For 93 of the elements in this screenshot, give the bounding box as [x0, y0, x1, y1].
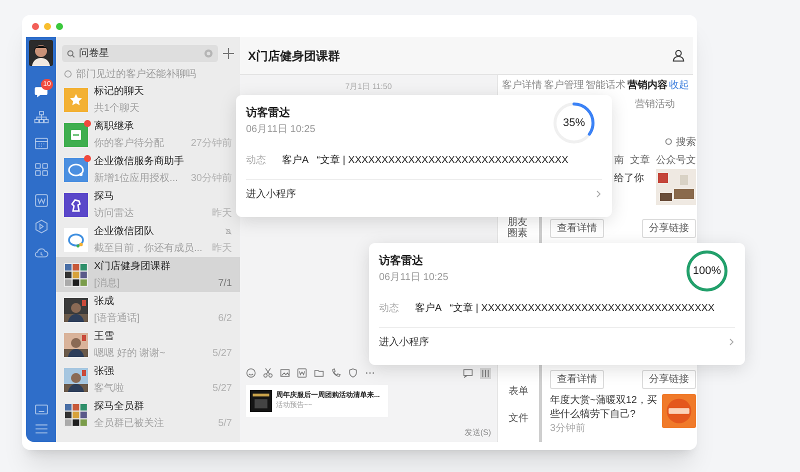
chat-list-item[interactable]: 企业微信团队 截至目前，你还有成员... 昨天: [56, 222, 240, 257]
columns-icon[interactable]: [480, 368, 491, 378]
chat-list-item[interactable]: 王雪 嗯嗯 好的 谢谢~ 5/27: [56, 327, 240, 362]
grid-icon[interactable]: [34, 162, 48, 177]
content-tab[interactable]: 公众号文: [656, 152, 696, 168]
collapse-link[interactable]: 收起: [669, 78, 689, 92]
nav-item[interactable]: 表单: [508, 384, 528, 399]
chat-preview: 你的客户待分配: [94, 136, 164, 150]
conversation-title: X门店健身团课群: [248, 48, 340, 64]
nav-item[interactable]: 朋友圈素: [508, 217, 530, 239]
org-chart-icon[interactable]: [34, 110, 48, 125]
chat-preview: 新增1位应用授权...: [94, 172, 178, 186]
chat-list-item[interactable]: 探马全员群 全员群已被关注 5/7: [56, 397, 240, 432]
card-date: 06月11日 10:25: [246, 122, 316, 136]
scissors-icon[interactable]: [263, 368, 273, 378]
chat-name: X门店健身团课群: [94, 260, 171, 274]
panel-tab[interactable]: 智能话术: [586, 78, 626, 92]
chat-name: 张强: [94, 364, 114, 378]
chat-name: 企业微信团队: [94, 224, 154, 238]
card-title: 访客雷达: [246, 106, 291, 121]
article-time: 3分钟前: [550, 422, 587, 436]
chat-time: 6/2: [218, 312, 232, 326]
chat-time: 5/27: [212, 346, 232, 360]
user-icon[interactable]: [672, 49, 685, 62]
chat-preview: 嗯嗯 好的 谢谢~: [94, 346, 166, 360]
chat-time: 昨天: [212, 206, 232, 220]
chat-time: 7/1: [218, 276, 232, 290]
details-button[interactable]: 查看详情: [550, 218, 604, 238]
field-label: 动态: [246, 154, 266, 168]
timestamp: 7月1日 11:50: [345, 81, 392, 93]
chat-list-item[interactable]: 标记的聊天 共1个聊天: [56, 82, 240, 117]
add-icon[interactable]: [223, 48, 234, 59]
progress-percent: 35%: [562, 116, 586, 131]
chat-preview: 共1个聊天: [94, 102, 140, 116]
monitor-icon[interactable]: [34, 402, 48, 417]
activity-text: “文章 | XXXXXXXXXXXXXXXXXXXXXXXXXXXXXXXXXXX: [450, 302, 715, 316]
chat-time: 昨天: [212, 242, 232, 256]
mini-program-link[interactable]: 进入小程序: [246, 180, 602, 208]
chat-preview: [语音通话]: [94, 312, 140, 326]
chat-time: 27分钟前: [190, 136, 232, 150]
chat-name: 企业微信服务商助手: [94, 154, 184, 168]
card-title: 访客雷达: [379, 254, 424, 269]
chat-list-item[interactable]: 离职继承 你的客户待分配 27分钟前: [56, 117, 240, 152]
activity-text: “文章 | XXXXXXXXXXXXXXXXXXXXXXXXXXXXXXXXX: [316, 154, 568, 168]
document-icon[interactable]: [297, 368, 307, 378]
chat-preview: 截至目前，你还有成员...: [94, 242, 202, 256]
chat-list-item[interactable]: 张强 客气啦 5/27: [56, 362, 240, 397]
phone-icon[interactable]: [331, 368, 341, 378]
panel-tab[interactable]: 营销内容: [627, 78, 668, 92]
chevron-right-icon: [596, 190, 602, 198]
details-button[interactable]: 查看详情: [550, 370, 604, 388]
chat-name: 探马: [94, 190, 114, 204]
chat-name: 标记的聊天: [94, 84, 144, 98]
chat-time: 5/27: [212, 382, 232, 396]
chevron-right-icon: [729, 338, 735, 346]
chat-name: 张成: [94, 294, 114, 308]
chat-preview: 客气啦: [94, 382, 124, 396]
chat-time: 30分钟前: [190, 172, 232, 186]
chat-name: 王雪: [94, 330, 114, 344]
chat-name: 离职继承: [94, 120, 134, 134]
image-icon[interactable]: [280, 368, 290, 378]
chat-preview: 全员群已被关注: [94, 416, 164, 430]
progress-percent: 100%: [692, 264, 722, 279]
field-label: 动态: [379, 302, 399, 316]
article-title: 给了你: [614, 172, 644, 186]
chat-time: 5/7: [218, 416, 232, 430]
chat-list-item[interactable]: 探马 访问雷达 昨天: [56, 187, 240, 222]
chat-bubble-icon[interactable]: [463, 368, 473, 378]
customer-name: 客户A: [415, 302, 442, 316]
customer-name: 客户A: [282, 154, 309, 168]
calendar-icon[interactable]: [34, 136, 48, 151]
content-tab[interactable]: 南: [614, 152, 624, 168]
nav-item[interactable]: 文件: [508, 411, 528, 426]
search-field[interactable]: 问卷星: [62, 45, 218, 62]
chat-list-item[interactable]: 企业微信服务商助手 新增1位应用授权... 30分钟前: [56, 152, 240, 187]
hexagon-icon[interactable]: [34, 219, 48, 234]
mini-program-link[interactable]: 进入小程序: [379, 328, 735, 356]
form-icon: [64, 122, 88, 146]
smile-icon[interactable]: [246, 368, 256, 378]
chat-name: 探马全员群: [94, 400, 144, 414]
share-button[interactable]: 分享链接: [642, 370, 696, 388]
share-button[interactable]: 分享链接: [642, 218, 696, 238]
chat-list-item[interactable]: 张成 [语音通话] 6/2: [56, 292, 240, 327]
shield-icon[interactable]: [348, 368, 358, 378]
folder-icon[interactable]: [314, 368, 324, 378]
panel-subtab[interactable]: 营销活动: [635, 96, 675, 112]
panel-tab[interactable]: 客户详情: [502, 78, 542, 92]
card-date: 06月11日 10:25: [379, 270, 448, 284]
chat-preview: 访问雷达: [94, 206, 134, 220]
article-title: 年度大赏~蒲暖双12，买些什么犒劳下自己?: [550, 394, 658, 421]
search-label[interactable]: 搜索: [676, 134, 696, 150]
panel-tab[interactable]: 客户管理: [544, 78, 584, 92]
content-tab[interactable]: 文章: [630, 152, 650, 168]
